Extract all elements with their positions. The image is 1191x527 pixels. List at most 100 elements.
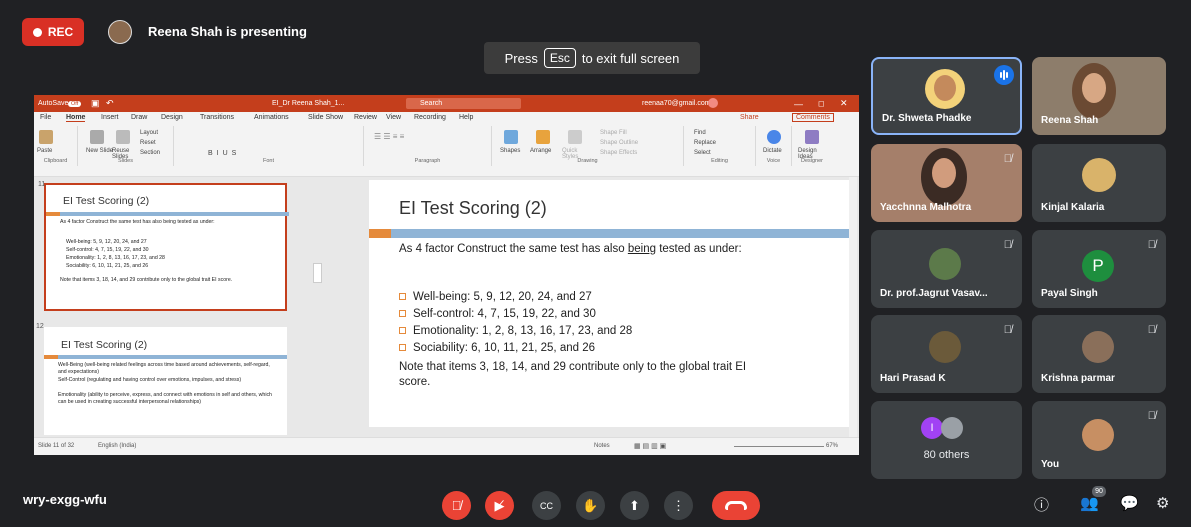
minimize-icon[interactable]: — <box>794 99 803 109</box>
menu-recording[interactable]: Recording <box>414 114 446 121</box>
menu-animations[interactable]: Animations <box>254 114 289 121</box>
autosave-toggle[interactable]: Off <box>68 100 82 107</box>
thumbnail-slide-11[interactable]: 11 EI Test Scoring (2) As 4 factor Const… <box>38 181 289 311</box>
paragraph-icons[interactable]: ☰ ☰ ≡ ≡ <box>374 132 404 141</box>
thumbnail-rule <box>44 355 287 359</box>
menu-slide-show[interactable]: Slide Show <box>308 114 343 121</box>
group-label-voice: Voice <box>766 158 781 164</box>
participant-tile[interactable]: 🎙̸ Dr. prof.Jagrut Vasav... <box>871 230 1022 308</box>
layout-button[interactable]: Layout <box>140 130 158 136</box>
face-shape <box>932 158 956 188</box>
thumbnail-title: EI Test Scoring (2) <box>61 339 148 351</box>
comments-button[interactable]: Comments <box>792 113 834 122</box>
shapes-icon[interactable] <box>504 130 518 144</box>
info-icon[interactable]: ⓘ <box>1034 494 1049 515</box>
select-button[interactable]: Select <box>694 150 711 156</box>
face-shape <box>1082 73 1106 103</box>
participant-tile[interactable]: Kinjal Kalaria <box>1032 144 1166 222</box>
intro-link-word: being <box>627 243 656 255</box>
slide-note: Note that items 3, 18, 14, and 29 contri… <box>399 361 747 388</box>
thumbnail-panel: 11 EI Test Scoring (2) As 4 factor Const… <box>34 177 307 437</box>
menu-file[interactable]: File <box>40 114 51 121</box>
participant-tile[interactable]: Reena Shah <box>1032 57 1166 135</box>
share-button[interactable]: Share <box>740 114 759 121</box>
menu-draw[interactable]: Draw <box>131 114 147 121</box>
recording-badge: REC <box>22 18 84 46</box>
handset-shape <box>725 501 747 510</box>
menu-help[interactable]: Help <box>459 114 473 121</box>
menu-insert[interactable]: Insert <box>101 114 119 121</box>
vertical-scrollbar[interactable] <box>849 177 857 437</box>
thumbnail-slide-12[interactable]: 12 EI Test Scoring (2) Well-Being (well-… <box>36 323 287 435</box>
zoom-slider[interactable] <box>734 446 824 447</box>
slide-bullet: Self-control: 4, 7, 15, 19, 22, and 30 <box>399 308 596 320</box>
restore-icon[interactable]: ◻ <box>818 99 825 108</box>
participant-tile[interactable]: Dr. Shweta Phadke <box>871 57 1022 135</box>
find-button[interactable]: Find <box>694 130 706 136</box>
participant-name: You <box>1041 459 1060 470</box>
new-slide-icon[interactable] <box>90 130 104 144</box>
design-ideas-icon[interactable] <box>805 130 819 144</box>
participant-tile[interactable]: 🎙̸ Hari Prasad K <box>871 315 1022 393</box>
ribbon-group-slides: New Slide Reuse Slides Layout Reset Sect… <box>78 126 174 166</box>
chat-icon[interactable]: 💬 <box>1120 494 1139 512</box>
paste-label: Paste <box>37 148 53 154</box>
reuse-slides-icon[interactable] <box>116 130 130 144</box>
thumbnail-bullet: Self-control: 4, 7, 15, 19, 22, and 30 <box>66 247 149 253</box>
raise-hand-icon[interactable]: ✋ <box>576 491 605 520</box>
group-label-editing: Editing <box>711 158 728 164</box>
others-tile[interactable]: I 80 others <box>871 401 1022 479</box>
self-tile[interactable]: 🎙̸ You <box>1032 401 1166 479</box>
arrange-icon[interactable] <box>536 130 550 144</box>
mic-off-icon[interactable]: 🎙̸ <box>442 491 471 520</box>
activities-icon[interactable]: ⚙ <box>1156 494 1169 512</box>
account-avatar[interactable] <box>708 98 718 108</box>
participant-avatar <box>1072 63 1116 119</box>
section-button[interactable]: Section <box>140 150 160 156</box>
bullet-text: Sociability: 6, 10, 11, 21, 25, and 26 <box>413 342 595 354</box>
zoom-level[interactable]: 67% <box>826 443 838 449</box>
present-icon[interactable]: ⬆ <box>620 491 649 520</box>
replace-button[interactable]: Replace <box>694 140 716 146</box>
participant-tile[interactable]: 🎙̸ Krishna parmar <box>1032 315 1166 393</box>
reset-button[interactable]: Reset <box>140 140 156 146</box>
search-box[interactable]: Search <box>406 98 521 109</box>
search-text: Search <box>420 100 443 107</box>
quick-styles-icon[interactable] <box>568 130 582 144</box>
participant-tile[interactable]: 🎙̸ Yacchnna Malhotra <box>871 144 1022 222</box>
menu-review[interactable]: Review <box>354 114 377 121</box>
participant-name: Yacchnna Malhotra <box>880 202 972 213</box>
shape-fill-button[interactable]: Shape Fill <box>600 130 627 136</box>
splitter-handle[interactable] <box>313 263 322 283</box>
language-indicator[interactable]: English (India) <box>98 443 136 449</box>
more-options-icon[interactable]: ⋮ <box>664 491 693 520</box>
notes-button[interactable]: Notes <box>594 443 610 449</box>
paste-icon[interactable] <box>39 130 53 144</box>
face-shape <box>934 75 956 101</box>
font-format-icons[interactable]: BIUS <box>208 150 240 157</box>
captions-icon[interactable]: CC <box>532 491 561 520</box>
dictate-icon[interactable] <box>767 130 781 144</box>
others-avatar: I <box>921 417 943 439</box>
end-call-icon[interactable] <box>712 491 760 520</box>
participant-name: Reena Shah <box>1041 115 1099 126</box>
shape-outline-button[interactable]: Shape Outline <box>600 140 638 146</box>
menu-home[interactable]: Home <box>66 114 86 122</box>
menu-design[interactable]: Design <box>161 114 183 121</box>
slide-title: EI Test Scoring (2) <box>399 198 547 218</box>
close-icon[interactable]: ✕ <box>840 98 848 109</box>
shape-effects-button[interactable]: Shape Effects <box>600 150 637 156</box>
menu-transitions[interactable]: Transitions <box>200 114 234 121</box>
current-slide[interactable]: EI Test Scoring (2) As 4 factor Construc… <box>369 180 853 427</box>
view-buttons-icon[interactable]: ▦ ▤ ▥ ▣ <box>634 442 666 450</box>
mic-off-icon: 🎙̸ <box>1147 239 1156 251</box>
mic-off-icon: 🎙̸ <box>1003 153 1012 165</box>
save-icon[interactable]: ▣ <box>91 98 100 109</box>
bullet-text: Self-control: 4, 7, 15, 19, 22, and 30 <box>413 308 596 320</box>
participant-tile[interactable]: P 🎙̸ Payal Singh <box>1032 230 1166 308</box>
camera-off-icon[interactable]: ▶̸ <box>485 491 514 520</box>
undo-icon[interactable]: ↶ <box>106 98 114 109</box>
slide-bullet: Emotionality: 1, 2, 8, 13, 16, 17, 23, a… <box>399 325 632 337</box>
participant-name: Hari Prasad K <box>880 373 946 384</box>
menu-view[interactable]: View <box>386 114 401 121</box>
